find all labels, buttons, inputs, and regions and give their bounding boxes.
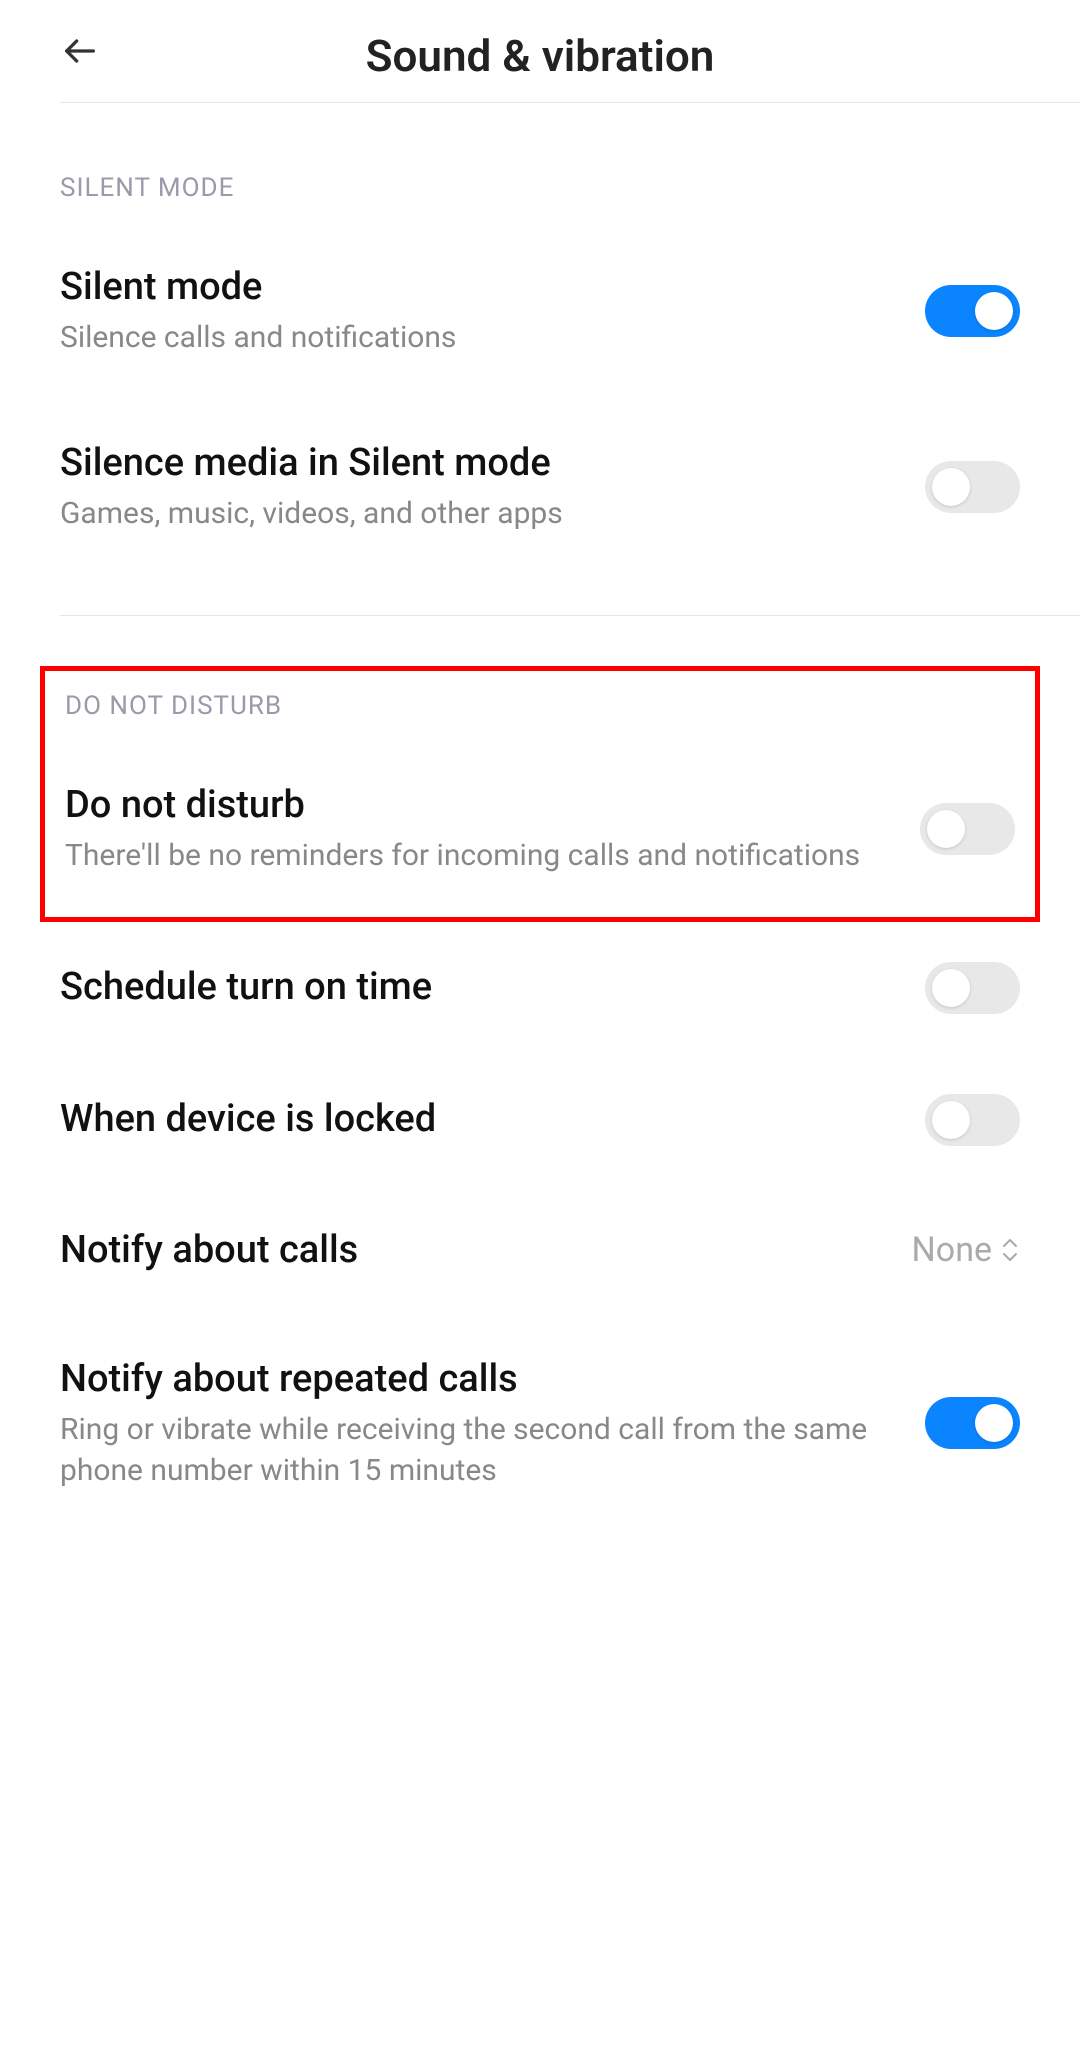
toggle-knob xyxy=(932,1101,970,1139)
row-notify-calls[interactable]: Notify about calls None xyxy=(0,1186,1080,1315)
row-text: When device is locked xyxy=(60,1095,925,1144)
app-header: Sound & vibration xyxy=(0,0,1080,102)
toggle-repeated-calls[interactable] xyxy=(925,1397,1020,1449)
toggle-knob xyxy=(927,810,965,848)
row-when-locked[interactable]: When device is locked xyxy=(0,1054,1080,1186)
row-text: Silent mode Silence calls and notificati… xyxy=(60,263,925,359)
row-title: Schedule turn on time xyxy=(60,963,895,1012)
row-silent-mode[interactable]: Silent mode Silence calls and notificati… xyxy=(0,223,1080,399)
chevron-updown-icon xyxy=(1000,1236,1020,1264)
row-do-not-disturb[interactable]: Do not disturb There'll be no reminders … xyxy=(45,741,1035,917)
row-subtitle: There'll be no reminders for incoming ca… xyxy=(65,836,890,877)
row-title: Notify about calls xyxy=(60,1226,882,1275)
toggle-silent-mode[interactable] xyxy=(925,285,1020,337)
row-text: Do not disturb There'll be no reminders … xyxy=(65,781,920,877)
spacer xyxy=(0,616,1080,666)
toggle-knob xyxy=(932,468,970,506)
row-schedule[interactable]: Schedule turn on time xyxy=(0,922,1080,1054)
row-title: Silent mode xyxy=(60,263,895,312)
section-header-dnd: DO NOT DISTURB xyxy=(45,671,1035,741)
toggle-silence-media[interactable] xyxy=(925,461,1020,513)
section-header-silent: SILENT MODE xyxy=(0,103,1080,223)
row-title: Notify about repeated calls xyxy=(60,1355,895,1404)
page-title: Sound & vibration xyxy=(60,30,1020,82)
toggle-knob xyxy=(975,292,1013,330)
row-text: Notify about repeated calls Ring or vibr… xyxy=(60,1355,925,1491)
row-title: Do not disturb xyxy=(65,781,890,830)
toggle-when-locked[interactable] xyxy=(925,1094,1020,1146)
row-value: None xyxy=(912,1230,1020,1270)
toggle-knob xyxy=(932,969,970,1007)
row-subtitle: Ring or vibrate while receiving the seco… xyxy=(60,1410,895,1491)
toggle-schedule[interactable] xyxy=(925,962,1020,1014)
back-button[interactable] xyxy=(60,31,100,81)
row-subtitle: Games, music, videos, and other apps xyxy=(60,494,895,535)
toggle-knob xyxy=(975,1404,1013,1442)
row-repeated-calls[interactable]: Notify about repeated calls Ring or vibr… xyxy=(0,1315,1080,1531)
row-silence-media[interactable]: Silence media in Silent mode Games, musi… xyxy=(0,399,1080,575)
spacer xyxy=(0,575,1080,615)
row-title: When device is locked xyxy=(60,1095,895,1144)
row-text: Notify about calls xyxy=(60,1226,912,1275)
toggle-do-not-disturb[interactable] xyxy=(920,803,1015,855)
row-text: Schedule turn on time xyxy=(60,963,925,1012)
highlight-annotation: DO NOT DISTURB Do not disturb There'll b… xyxy=(40,666,1040,922)
row-text: Silence media in Silent mode Games, musi… xyxy=(60,439,925,535)
notify-calls-value: None xyxy=(912,1230,992,1270)
row-title: Silence media in Silent mode xyxy=(60,439,895,488)
row-subtitle: Silence calls and notifications xyxy=(60,318,895,359)
